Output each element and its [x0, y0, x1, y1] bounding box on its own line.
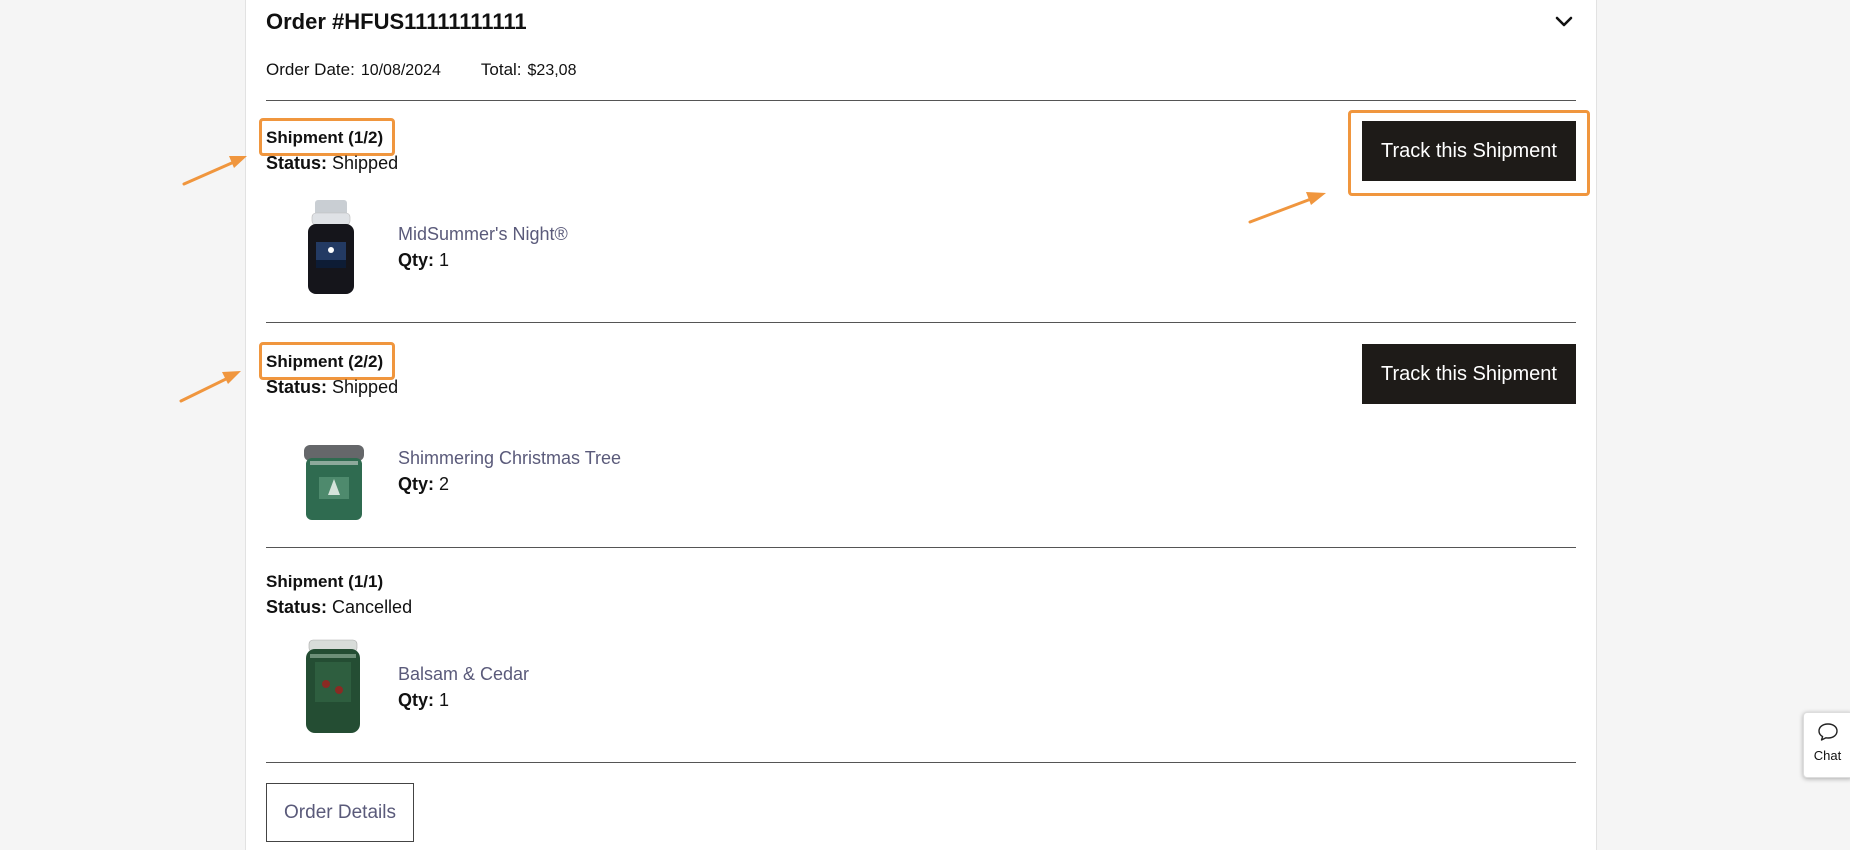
divider	[266, 322, 1576, 323]
divider	[266, 762, 1576, 763]
shipment-status: Status: Shipped	[266, 377, 398, 398]
track-shipment-button[interactable]: Track this Shipment	[1362, 121, 1576, 181]
product-name-link[interactable]: MidSummer's Night®	[398, 224, 568, 245]
order-date-label: Order Date:	[266, 60, 355, 79]
product-qty: Qty: 1	[398, 690, 449, 711]
product-name-link[interactable]: Balsam & Cedar	[398, 664, 529, 685]
chevron-down-icon[interactable]	[1553, 12, 1575, 32]
product-qty: Qty: 2	[398, 474, 449, 495]
order-total-value: $23,08	[527, 62, 577, 79]
status-value: Cancelled	[332, 597, 413, 617]
status-label: Status:	[266, 153, 328, 173]
shipment-heading: Shipment (2/2)	[266, 352, 384, 371]
chat-bubble-icon	[1817, 723, 1838, 741]
track-shipment-button[interactable]: Track this Shipment	[1362, 344, 1576, 404]
divider	[266, 100, 1576, 101]
order-title: Order #HFUS11111111111	[266, 9, 527, 34]
status-label: Status:	[266, 597, 328, 617]
status-value: Shipped	[332, 377, 399, 397]
shipment-heading: Shipment (1/1)	[266, 572, 384, 591]
product-image[interactable]	[302, 638, 364, 736]
status-label: Status:	[266, 377, 328, 397]
qty-value: 2	[439, 474, 450, 494]
order-total-label: Total:	[480, 60, 522, 79]
chat-widget-button[interactable]: Chat	[1803, 712, 1850, 778]
shipment-status: Status: Cancelled	[266, 597, 412, 618]
product-image[interactable]	[302, 443, 366, 523]
product-image[interactable]	[302, 198, 360, 298]
status-value: Shipped	[332, 153, 399, 173]
shipment-heading: Shipment (1/2)	[266, 128, 384, 147]
order-meta: Order Date: 10/08/2024 Total: $23,08	[266, 60, 576, 80]
arrow-icon	[179, 371, 241, 403]
order-date-value: 10/08/2024	[360, 62, 441, 79]
chat-label: Chat	[1813, 748, 1842, 763]
qty-value: 1	[439, 690, 450, 710]
order-details-button[interactable]: Order Details	[266, 783, 414, 842]
arrow-icon	[182, 156, 247, 186]
product-qty: Qty: 1	[398, 250, 449, 271]
qty-label: Qty:	[398, 250, 434, 270]
divider	[266, 547, 1576, 548]
order-card: Order #HFUS11111111111 Order Date: 10/08/…	[245, 0, 1597, 850]
qty-value: 1	[439, 250, 450, 270]
shipment-status: Status: Shipped	[266, 153, 398, 174]
product-name-link[interactable]: Shimmering Christmas Tree	[398, 448, 621, 469]
qty-label: Qty:	[398, 690, 434, 710]
qty-label: Qty:	[398, 474, 434, 494]
